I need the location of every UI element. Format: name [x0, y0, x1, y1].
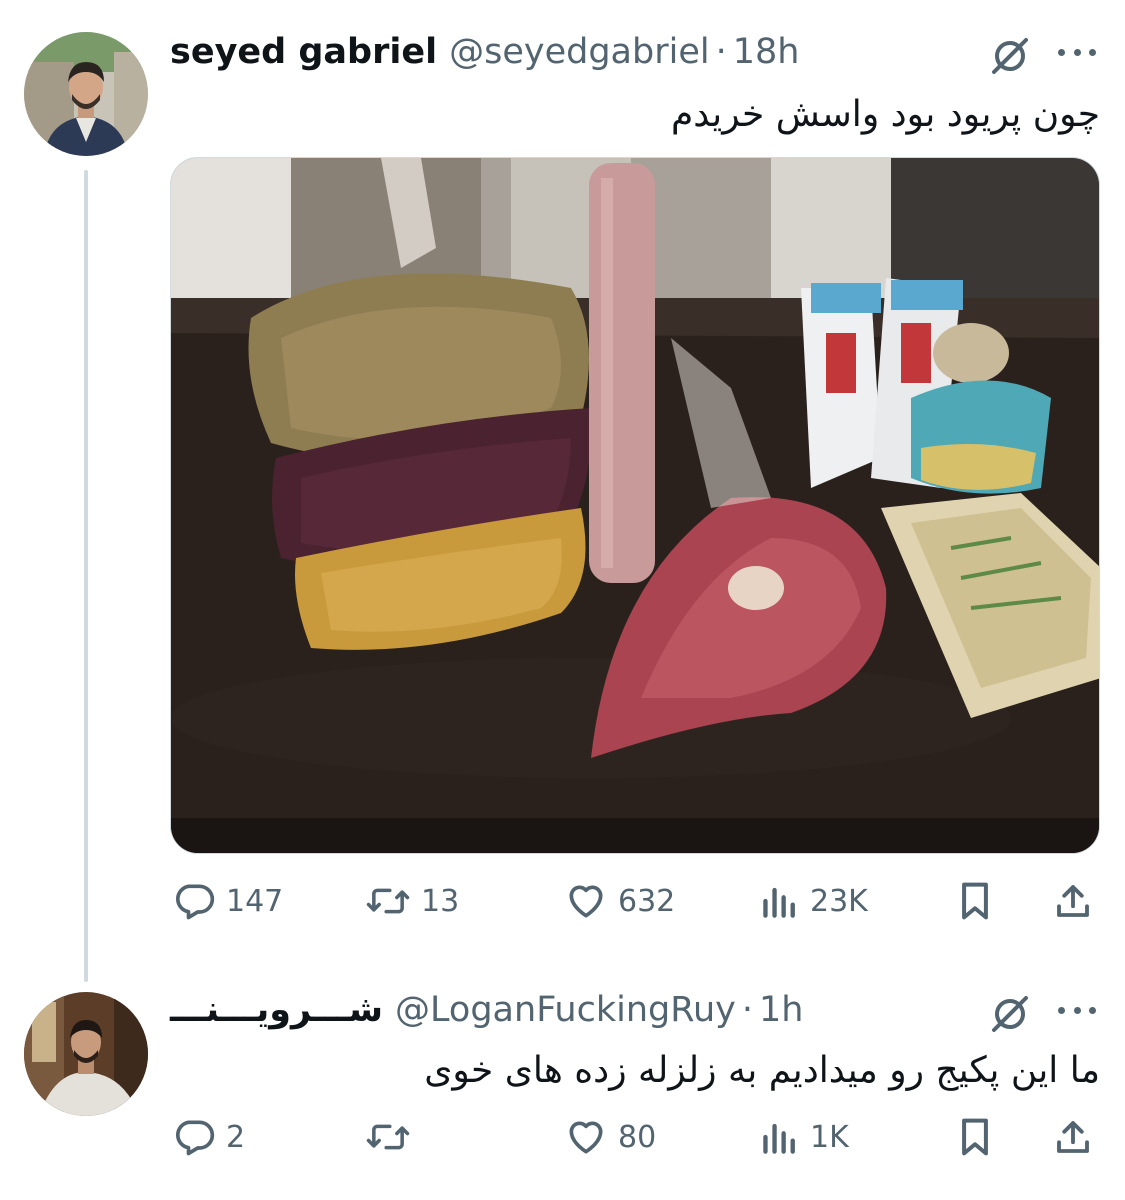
heart-icon	[569, 885, 603, 918]
tweet-header: seyed gabriel @seyedgabriel · 18h	[170, 32, 799, 72]
bookmark-button[interactable]	[955, 1112, 995, 1162]
bookmark-button[interactable]	[955, 876, 995, 926]
timestamp[interactable]: 18h	[733, 32, 800, 72]
speech-bubble-icon	[176, 1120, 215, 1156]
like-count: 632	[618, 883, 676, 919]
retweet-button[interactable]: 13	[365, 876, 459, 926]
bookmark-icon	[962, 1118, 988, 1156]
views-count: 1K	[810, 1119, 849, 1155]
author-name[interactable]: seyed gabriel	[170, 32, 437, 72]
share-upload-icon	[1057, 1121, 1089, 1153]
views-button[interactable]: 1K	[760, 1112, 849, 1162]
share-upload-icon	[1057, 885, 1089, 917]
heart-icon	[569, 1121, 603, 1154]
like-button[interactable]: 80	[564, 1112, 656, 1162]
avatar-reply-author[interactable]	[24, 992, 148, 1116]
tweet-text: چون پریود بود واسش خریدم	[670, 94, 1100, 135]
retweet-button[interactable]	[365, 1112, 421, 1162]
reply-header: شـــرویـــنـــ @LoganFuckingRuy · 1h	[170, 990, 803, 1030]
bar-chart-icon	[763, 887, 795, 918]
grok-slash-circle-icon[interactable]	[988, 32, 1032, 76]
share-button[interactable]	[1052, 876, 1094, 926]
separator-dot: ·	[741, 990, 754, 1030]
author-handle[interactable]: @seyedgabriel	[449, 32, 709, 72]
reply-button[interactable]: 147	[172, 876, 283, 926]
avatar-seyed-gabriel[interactable]	[24, 32, 148, 156]
more-dots-icon[interactable]	[1058, 30, 1096, 74]
reply-button[interactable]: 2	[172, 1112, 245, 1162]
bookmark-icon	[962, 882, 988, 920]
views-count: 23K	[810, 883, 868, 919]
like-count: 80	[618, 1119, 657, 1155]
reply-count: 2	[226, 1119, 246, 1155]
speech-bubble-icon	[176, 884, 215, 920]
reply-timestamp[interactable]: 1h	[759, 990, 803, 1030]
retweet-arrows-icon	[366, 1124, 410, 1150]
reply-author-handle[interactable]: @LoganFuckingRuy	[395, 990, 736, 1030]
share-button[interactable]	[1052, 1112, 1094, 1162]
grok-slash-circle-icon[interactable]	[988, 990, 1032, 1034]
like-button[interactable]: 632	[564, 876, 675, 926]
retweet-count: 13	[421, 883, 460, 919]
retweet-arrows-icon	[366, 888, 410, 914]
reply-author-name[interactable]: شـــرویـــنـــ	[170, 990, 383, 1030]
views-button[interactable]: 23K	[760, 876, 868, 926]
reply-text: ما این پکیج رو میدادیم به زلزله زده های …	[424, 1050, 1100, 1091]
more-dots-icon[interactable]	[1058, 988, 1096, 1032]
separator-dot: ·	[715, 32, 727, 72]
bar-chart-icon	[763, 1123, 795, 1154]
thread-connector-line	[84, 170, 88, 982]
tweet-photo-groceries[interactable]	[170, 157, 1100, 854]
reply-count: 147	[226, 883, 284, 919]
